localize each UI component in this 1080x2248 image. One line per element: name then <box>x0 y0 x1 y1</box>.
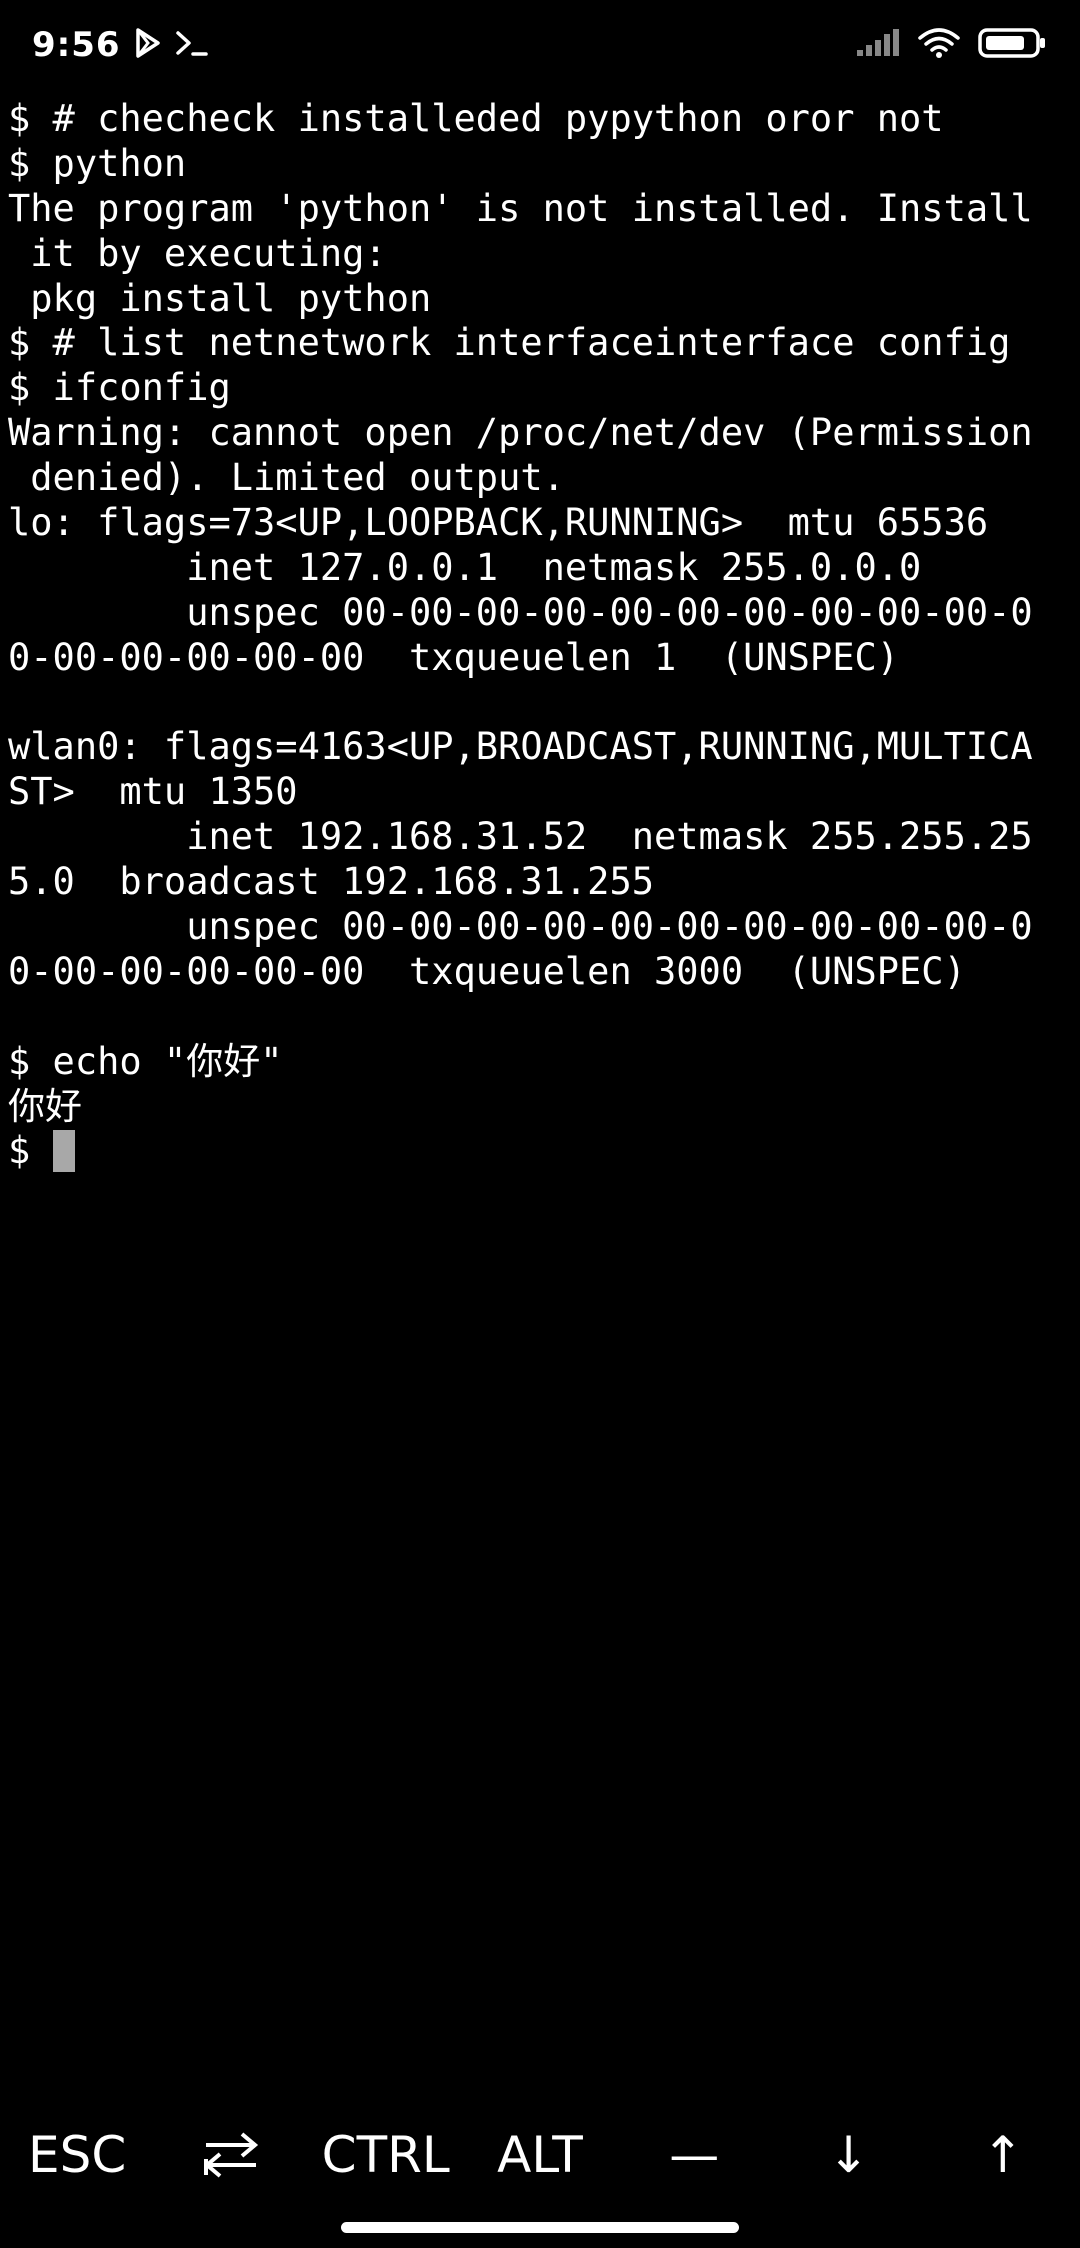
terminal-cursor <box>52 1130 75 1173</box>
terminal-line: unspec 00-00-00-00-00-00-00-00-00-00-0 <box>8 905 1033 949</box>
terminal-line: The program 'python' is not installed. I… <box>8 186 1033 230</box>
terminal-prompt-line[interactable]: $ <box>8 1129 1074 1174</box>
terminal-line: inet 127.0.0.1 netmask 255.0.0.0 <box>8 545 922 589</box>
signal-icon <box>856 28 900 62</box>
terminal-line: 5.0 broadcast 192.168.31.255 <box>8 860 655 904</box>
play-store-icon <box>135 28 161 62</box>
extra-keys-bar: ESC CTRL ALT — ↓ ↑ <box>0 2095 1080 2215</box>
terminal-prompt: $ <box>8 1129 53 1173</box>
terminal-line: denied). Limited output. <box>8 456 565 500</box>
terminal-line: lo: flags=73<UP,LOOPBACK,RUNNING> mtu 65… <box>8 501 989 545</box>
terminal-line: 你好 <box>8 1084 82 1128</box>
terminal-line: inet 192.168.31.52 netmask 255.255.25 <box>8 815 1033 859</box>
terminal-line: 0-00-00-00-00-00 txqueuelen 3000 (UNSPEC… <box>8 949 966 993</box>
terminal-line: ST> mtu 1350 <box>8 770 298 814</box>
alt-key[interactable]: ALT <box>463 2095 617 2215</box>
up-arrow-key[interactable]: ↑ <box>926 2095 1080 2215</box>
terminal-line: $ echo "你好" <box>8 1039 283 1083</box>
status-time: 9:56 <box>32 25 121 65</box>
tab-arrows-icon <box>202 2129 260 2181</box>
terminal-line: pkg install python <box>8 276 432 320</box>
dash-key[interactable]: — <box>617 2095 771 2215</box>
terminal-line: $ # list netnetwork interfaceinterface c… <box>8 321 1011 365</box>
wifi-icon <box>918 27 960 63</box>
terminal-line: Warning: cannot open /proc/net/dev (Perm… <box>8 411 1033 455</box>
tab-key[interactable] <box>154 2095 308 2215</box>
status-left: 9:56 <box>32 25 209 65</box>
terminal-line: wlan0: flags=4163<UP,BROADCAST,RUNNING,M… <box>8 725 1033 769</box>
home-indicator[interactable] <box>341 2222 739 2233</box>
terminal-line: unspec 00-00-00-00-00-00-00-00-00-00-0 <box>8 590 1033 634</box>
status-right <box>856 27 1048 63</box>
terminal-line: $ python <box>8 141 187 185</box>
status-bar: 9:56 <box>0 0 1080 90</box>
terminal-line: 0-00-00-00-00-00 txqueuelen 1 (UNSPEC) <box>8 635 900 679</box>
down-arrow-key[interactable]: ↓ <box>771 2095 925 2215</box>
ctrl-key[interactable]: CTRL <box>309 2095 463 2215</box>
terminal-line: $ # checheck installeded pypython oror n… <box>8 97 944 140</box>
terminal-output[interactable]: $ # checheck installeded pypython oror n… <box>8 97 1074 2077</box>
esc-key[interactable]: ESC <box>0 2095 154 2215</box>
terminal-line: $ ifconfig <box>8 366 231 410</box>
terminal-prompt-icon <box>175 28 209 62</box>
battery-icon <box>978 27 1048 63</box>
terminal-line: it by executing: <box>8 231 387 275</box>
